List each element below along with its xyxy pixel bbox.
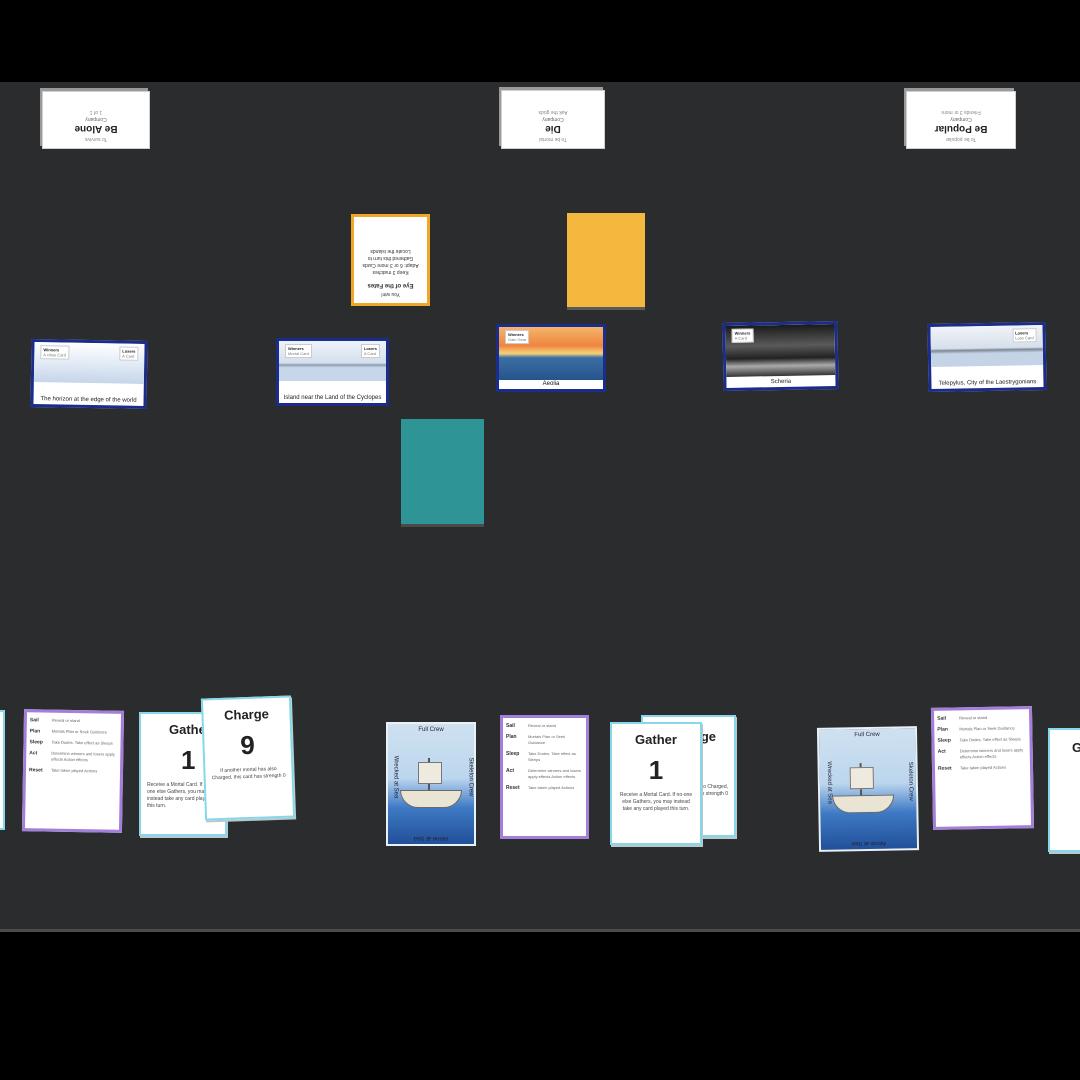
goal-top-text: To be popular [945, 136, 977, 142]
phase-reset-text: Take taken played Actions [528, 785, 575, 790]
phase-reset-label: Reset [28, 767, 43, 774]
goal-sub: Company [542, 116, 564, 122]
goal-title: Be Popular [934, 123, 988, 134]
ship-sail [849, 766, 874, 790]
location-card-cyclopes-island[interactable]: Winners Mortal Card Losers A Card Island n… [276, 338, 389, 406]
location-card-scheria[interactable]: Winners A Card Scheria [722, 321, 839, 391]
phase-sleep-text: Take Dudes. Take effect as Sleeps [528, 751, 576, 762]
phase-plan-label: Plan [506, 734, 517, 740]
action-title: G [1050, 740, 1080, 755]
phase-reset-label: Reset [506, 785, 520, 791]
action-title: Charge [223, 706, 270, 723]
goal-sub: Company [85, 116, 107, 122]
phase-act-text: Determine winners and losers apply effec… [528, 768, 581, 779]
phase-reset-text: Take taken played Actions [50, 767, 98, 774]
ship-crew-card-p1[interactable]: Sail Reveal or stand Plan Mortals Plan or … [21, 709, 125, 833]
goal-title: Be Alone [74, 123, 118, 134]
ship-alone-label: Alone at Sea [413, 835, 449, 841]
goal-card-die[interactable]: To be mortal Die Company Ask the gods [501, 90, 605, 149]
action-description: If another mortal has also Charged, this… [211, 766, 286, 782]
phase-sleep-label: Sleep [937, 737, 951, 744]
location-card-horizon[interactable]: Winners A close Card Losers A Card The hor… [30, 338, 148, 410]
phase-plan-label: Plan [937, 726, 948, 733]
ship-crew-card-p2[interactable]: Sail Reveal or stand Plan Mortals Plan or … [500, 715, 589, 839]
winners-tag: Winners Gain Gear [505, 330, 530, 344]
event-line: Gathered this turn to [367, 255, 414, 261]
ship-sail [418, 762, 442, 784]
odysseus-ship-card-p2[interactable]: Full Crew Wrecked at Sea Skeleton Crew A… [386, 722, 476, 846]
event-line: Keep 3 matches [372, 269, 409, 275]
phase-sail-label: Sail [29, 717, 39, 724]
ship-skeleton-label: Skeleton Crew [467, 757, 474, 797]
phase-act-text: Determine winners and losers apply effec… [959, 747, 1024, 760]
losers-tag: Losers A Card [360, 344, 380, 358]
ship-alone-label: Alone at Sea [851, 839, 887, 847]
event-title: Eye of the Fates [367, 282, 414, 288]
phase-act-text: Determine winners and losers apply effec… [51, 750, 115, 763]
phase-plan-text: Mortals Plan or Seek Guidance [51, 728, 108, 735]
teal-deck[interactable] [401, 419, 484, 524]
ship-skeleton-label: Skeleton Crew [907, 761, 914, 801]
goal-card-be-popular[interactable]: To be popular Be Popular Company Friends… [906, 91, 1016, 149]
goal-sub-2: 1 of 1 [89, 109, 103, 115]
location-card-telepylus[interactable]: Losers Lose Card Telepylus, City of the L… [927, 321, 1047, 393]
odysseus-ship-card-p3[interactable]: Full Crew Wrecked at Sea Skeleton Crew A… [816, 726, 920, 852]
location-card-aeolia[interactable]: Winners Gain Gear Aeolia [496, 324, 606, 392]
losers-tag: Losers Lose Card [1012, 328, 1037, 343]
goal-title: Die [545, 123, 561, 134]
action-title: Gather [635, 732, 677, 747]
action-strength: 9 [239, 729, 256, 761]
goal-sub-2: Ask the gods [538, 109, 568, 115]
phase-sleep-text: Take Dudes. Take effect as Sleeps [51, 739, 113, 746]
phase-plan-label: Plan [29, 728, 41, 735]
location-caption: Scheria [728, 377, 834, 387]
event-line: Locate the islands [370, 248, 411, 254]
phase-sail-text: Reveal or stand [51, 717, 80, 724]
phase-plan-text: Mortals Plan or Seek Guidance [959, 725, 1015, 732]
charge-card-p1[interactable]: Charge 9 If another mortal has also Char… [200, 695, 296, 821]
losers-tag: Losers A Card [119, 346, 139, 361]
phase-plan-text: Mortals Plan or Seek Guidance [528, 734, 566, 745]
phase-sleep-label: Sleep [506, 751, 520, 757]
phase-sleep-label: Sleep [29, 739, 43, 746]
gather-card-p3[interactable]: G [1048, 728, 1080, 852]
phase-act-label: Act [937, 748, 946, 755]
event-line: Adapt: 6 or 3 more Cards [362, 262, 419, 268]
location-caption: Telepylus, City of the Laestrygonians [933, 378, 1042, 388]
location-caption: Island near the Land of the Cyclopes [281, 394, 384, 402]
winners-tag: Winners A Card [731, 328, 754, 343]
phase-reset-text: Take taken played Actions [959, 764, 1007, 771]
ship-crew-card-p3[interactable]: Sail Reveal or stand Plan Mortals Plan or … [930, 706, 1035, 830]
phase-sleep-text: Take Dudes. Take effect as Sleeps [959, 736, 1021, 743]
ship-full-crew-label: Full Crew [854, 731, 880, 739]
location-caption: The horizon at the edge of the world [35, 395, 142, 405]
goal-top-text: To survive [84, 136, 108, 142]
ship-wrecked-label: Wrecked at Sea [392, 755, 399, 799]
phase-sail-text: Reveal or stand [528, 723, 557, 728]
phase-sail-label: Sail [937, 715, 947, 722]
goal-sub-2: Friends 3 or more [941, 109, 981, 115]
goal-sub: Company [950, 116, 972, 122]
orange-deck[interactable] [567, 213, 645, 307]
game-table: To survive Be Alone Company 1 of 1 To be… [0, 82, 1080, 932]
phase-sail-label: Sail [506, 723, 515, 729]
phase-reset-label: Reset [937, 765, 952, 772]
winners-tag: Winners Mortal Card [285, 344, 312, 358]
offscreen-card-left[interactable] [0, 710, 5, 830]
action-strength: 1 [648, 755, 664, 785]
location-caption: Aeolia [542, 381, 560, 387]
ship-hull [400, 790, 462, 808]
goal-top-text: To be mortal [539, 136, 567, 142]
phase-act-label: Act [506, 768, 515, 774]
phase-sail-text: Reveal or stand [959, 714, 988, 721]
winners-tag: Winners A close Card [40, 345, 70, 360]
event-line: You win! [381, 291, 400, 297]
phase-act-label: Act [29, 750, 38, 757]
action-description: Receive a Mortal Card. If no-one else Ga… [619, 792, 693, 812]
goal-card-be-alone[interactable]: To survive Be Alone Company 1 of 1 [42, 91, 150, 149]
ship-hull [832, 794, 895, 814]
gather-card-p2[interactable]: Gather 1 Receive a Mortal Card. If no-on… [610, 722, 702, 845]
event-card[interactable]: You win! Eye of the Fates Keep 3 matches… [351, 214, 430, 306]
ship-full-crew-label: Full Crew [418, 727, 444, 733]
